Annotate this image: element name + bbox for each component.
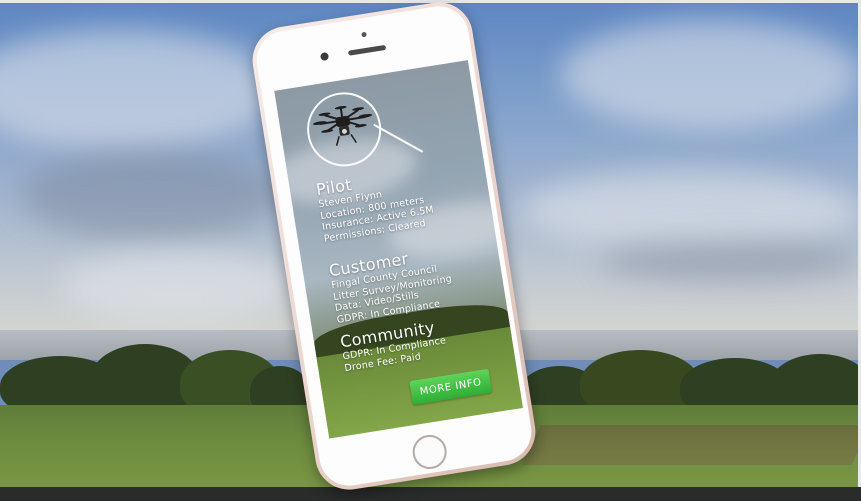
cloud <box>20 150 280 240</box>
cloud <box>600 240 860 280</box>
cloud <box>520 170 860 250</box>
frame-edge <box>0 487 861 501</box>
drone-icon <box>312 105 373 146</box>
earpiece-speaker <box>347 44 387 56</box>
proximity-sensor <box>361 31 367 38</box>
front-camera <box>319 51 330 62</box>
soil-patch <box>521 425 861 465</box>
cloud <box>560 20 860 130</box>
phone-screen: Pilot Steven Flynn Location: 800 meters … <box>274 60 523 439</box>
cloud <box>60 250 290 320</box>
home-button[interactable] <box>410 432 450 472</box>
